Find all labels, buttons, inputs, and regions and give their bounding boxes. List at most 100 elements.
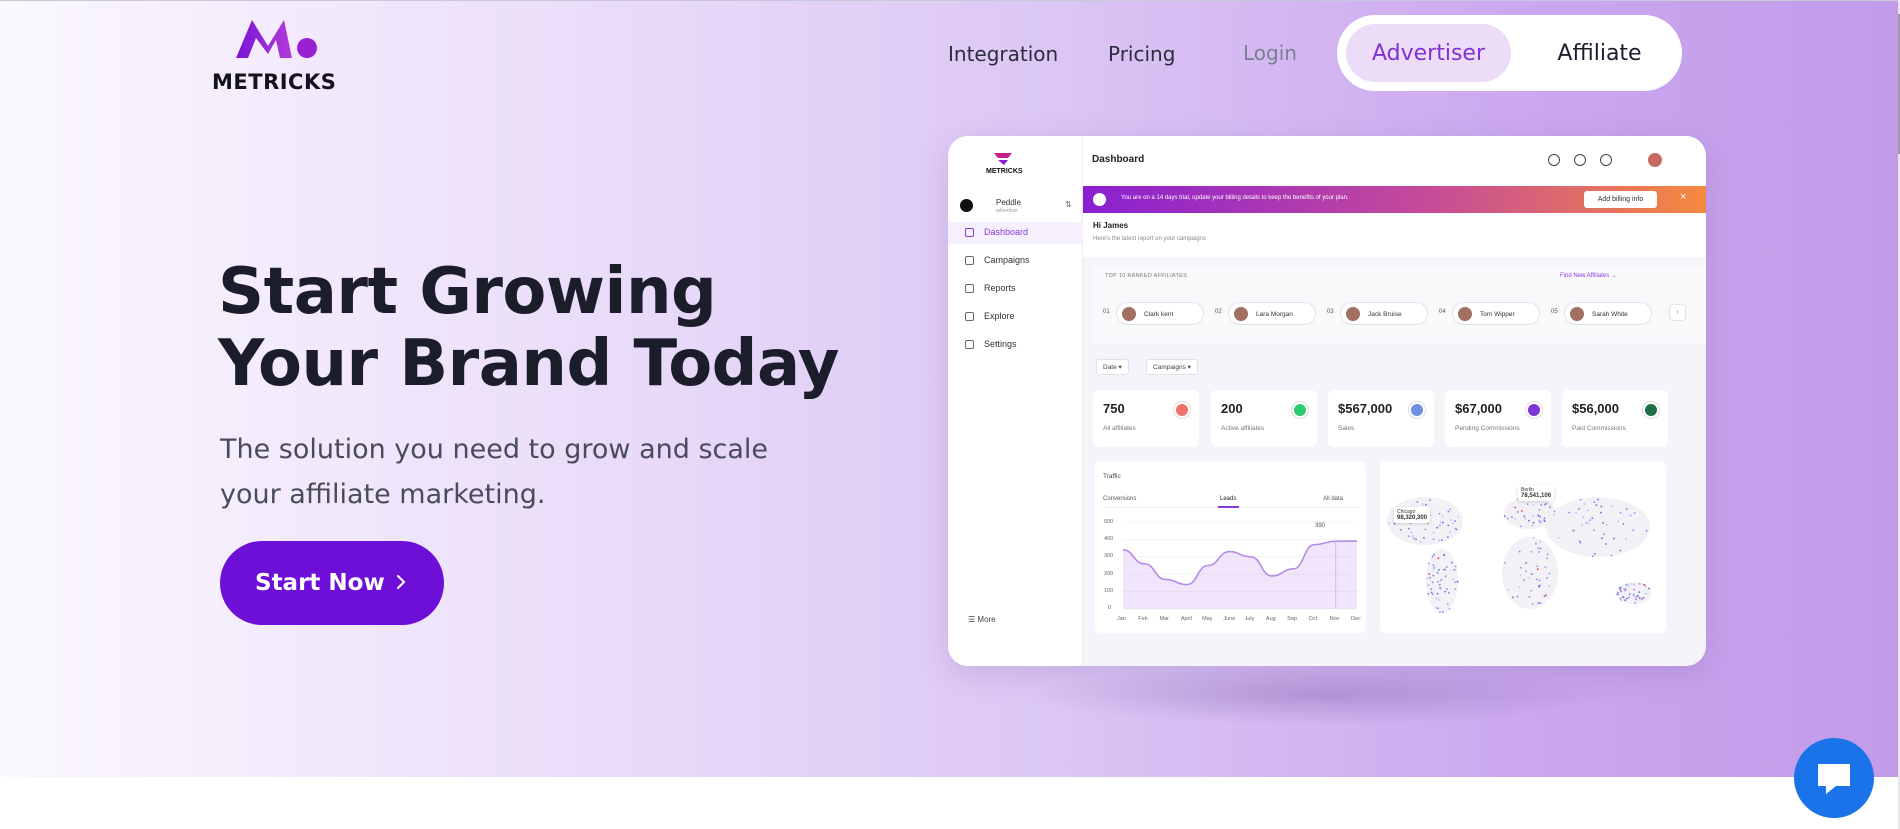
sidebar-more[interactable]: ☰ More (968, 615, 996, 624)
stat-label: Sales (1338, 425, 1355, 432)
role-affiliate-button[interactable]: Affiliate (1527, 24, 1672, 82)
map-dot (1597, 498, 1599, 501)
account-role: advertiser (996, 208, 1018, 214)
map-dot (1427, 584, 1430, 586)
map-dot (1442, 569, 1445, 571)
map-dot (1624, 599, 1626, 601)
top-affiliates-panel: TOP 10 RANKED AFFILIATES Find New Affili… (1093, 266, 1706, 343)
map-dot (1640, 598, 1643, 600)
map-dot (1600, 505, 1603, 508)
logo-mark-icon (236, 20, 317, 58)
map-dot (1586, 509, 1589, 512)
sidebar-item-dashboard[interactable]: Dashboard (948, 222, 1083, 244)
map-dot (1578, 508, 1580, 510)
map-dot (1638, 591, 1641, 593)
map-dot (1537, 602, 1540, 604)
bell-icon[interactable] (1600, 154, 1612, 166)
avatar (1234, 307, 1248, 321)
map-dot (1543, 520, 1546, 522)
chat-widget-button[interactable] (1794, 738, 1874, 818)
map-dot (1532, 521, 1535, 524)
continent-shape (1546, 497, 1650, 557)
map-dot (1415, 538, 1417, 541)
sidebar-item-label: Dashboard (984, 227, 1029, 237)
map-dot (1546, 553, 1549, 556)
map-dot (1611, 505, 1614, 507)
map-dot (1453, 568, 1456, 571)
sidebar-item-settings[interactable]: Settings (948, 334, 1083, 356)
sidebar-item-campaigns[interactable]: Campaigns (948, 250, 1083, 272)
role-switch: Advertiser Affiliate (1337, 15, 1682, 91)
map-dot (1648, 587, 1650, 590)
map-dot (1449, 508, 1451, 511)
find-affiliates-link[interactable]: Find New Affiliates → (1560, 273, 1617, 279)
add-billing-button[interactable]: Add billing info (1584, 191, 1657, 208)
campaigns-filter[interactable]: Campaigns ▾ (1146, 359, 1198, 375)
map-dot (1454, 565, 1457, 568)
map-dot (1605, 523, 1608, 526)
map-dot (1527, 577, 1530, 579)
tag-icon (965, 312, 974, 321)
map-dot (1425, 504, 1427, 506)
nav-login[interactable]: Login (1243, 41, 1297, 65)
map-dot (1582, 516, 1584, 519)
grid-icon (965, 228, 974, 237)
map-dot (1441, 539, 1443, 541)
account-switcher[interactable]: Peddle advertiser ⇅ (960, 196, 1075, 216)
refresh-icon[interactable] (1548, 154, 1560, 166)
continent-shape (1426, 549, 1458, 613)
map-dot (1388, 522, 1391, 525)
map-dot (1644, 584, 1647, 587)
next-arrow-icon[interactable]: › (1669, 304, 1686, 321)
map-dot (1431, 593, 1434, 596)
start-now-label: Start Now (255, 570, 385, 596)
map-dot (1507, 588, 1510, 591)
user-avatar[interactable] (1648, 153, 1662, 167)
chat-icon[interactable] (1574, 154, 1586, 166)
close-icon[interactable]: × (1680, 191, 1686, 203)
x-tick: Mar (1159, 616, 1170, 622)
map-dot (1593, 529, 1595, 532)
map-dot (1520, 525, 1522, 528)
map-dot (1439, 524, 1441, 527)
next-section (0, 777, 1900, 829)
stat-card: 750 All affiliates (1093, 390, 1199, 447)
nav-integration[interactable]: Integration (948, 42, 1058, 66)
map-dot (1520, 566, 1522, 569)
avatar (1458, 307, 1472, 321)
nav-pricing[interactable]: Pricing (1108, 42, 1175, 66)
map-dot (1429, 576, 1431, 579)
x-tick: Nov (1329, 616, 1340, 622)
trial-banner-text: You are on a 14 days trial, update your … (1121, 195, 1349, 201)
map-dot (1438, 568, 1440, 571)
map-dot (1588, 522, 1590, 525)
map-dot (1637, 594, 1639, 597)
map-dot (1451, 561, 1453, 564)
x-tick: Sep (1287, 616, 1297, 622)
map-dot (1435, 606, 1438, 609)
map-dot (1546, 557, 1548, 560)
map-dot (1433, 566, 1435, 568)
map-label-value: 78,541,106 (1521, 493, 1552, 499)
start-now-button[interactable]: Start Now (220, 541, 444, 625)
map-dot (1432, 574, 1435, 577)
brand-logo[interactable]: METRICKS (212, 14, 342, 94)
sidebar-item-reports[interactable]: Reports (948, 278, 1083, 300)
map-dot (1439, 587, 1442, 590)
map-dot (1575, 512, 1577, 514)
map-dot (1633, 512, 1636, 514)
date-filter[interactable]: Date ▾ (1096, 359, 1129, 375)
map-dot (1557, 537, 1560, 539)
report-icon (965, 284, 974, 293)
map-dot (1540, 504, 1543, 506)
sidebar-item-explore[interactable]: Explore (948, 306, 1083, 328)
role-advertiser-button[interactable]: Advertiser (1346, 24, 1511, 82)
map-dot (1393, 522, 1396, 525)
map-dot (1431, 581, 1434, 584)
map-dot (1553, 510, 1556, 513)
map-dot (1626, 583, 1629, 586)
map-dot (1626, 597, 1628, 600)
subhead-line-2: your affiliate marketing. (220, 479, 546, 510)
map-dot (1645, 592, 1647, 595)
chevron-right-icon (397, 575, 406, 589)
